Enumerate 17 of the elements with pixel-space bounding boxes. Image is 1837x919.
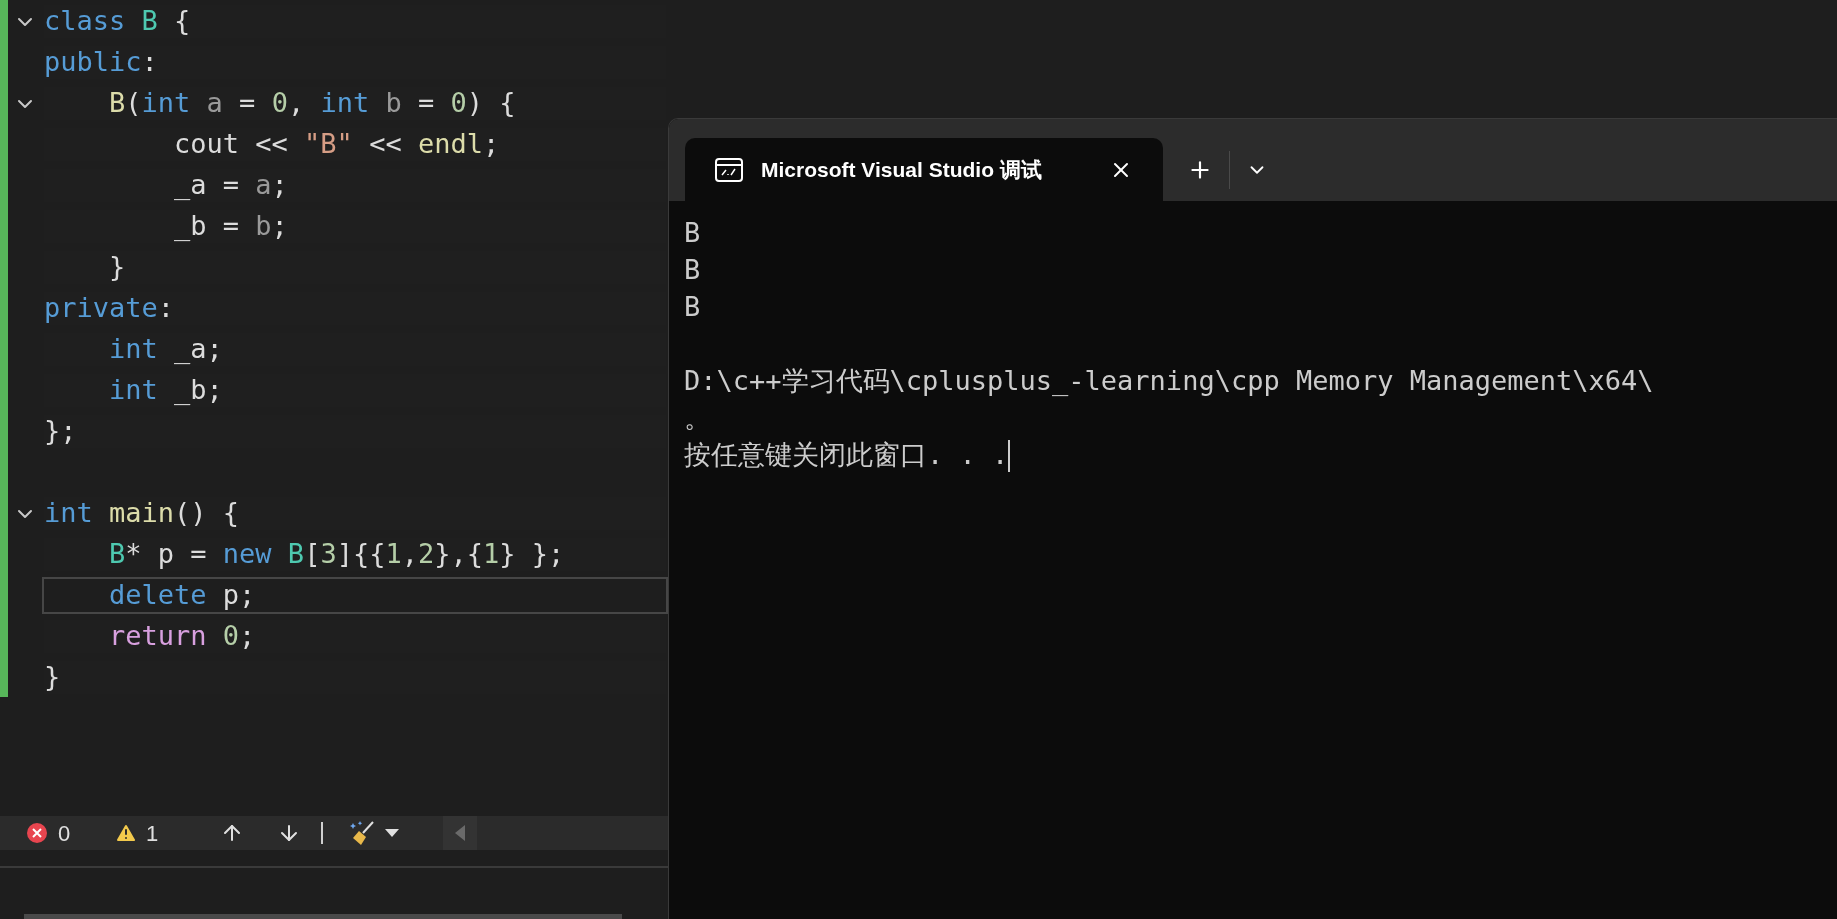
- arrow-left-icon: [455, 825, 465, 841]
- terminal-tab[interactable]: Microsoft Visual Studio 调试: [685, 138, 1163, 201]
- tab-title: Microsoft Visual Studio 调试: [761, 156, 1043, 183]
- caret-icon[interactable]: [385, 829, 399, 837]
- error-count: 0: [58, 819, 72, 848]
- output-line: 按任意键关闭此窗口. . .: [684, 438, 1009, 473]
- output-line: B: [684, 290, 701, 325]
- output-line: B: [684, 253, 701, 288]
- text-cursor: [1008, 439, 1011, 472]
- scrollbar[interactable]: [24, 914, 622, 919]
- output-line: B: [684, 216, 701, 251]
- error-icon: [26, 822, 48, 844]
- output-line: 。: [684, 401, 711, 436]
- warning-count: 1: [146, 819, 160, 848]
- output-line: D:\c++学习代码\cplusplus_-learning\cpp Memory Management\x64\: [684, 364, 1654, 399]
- console-icon: [715, 157, 743, 182]
- broom-icon[interactable]: [349, 819, 377, 847]
